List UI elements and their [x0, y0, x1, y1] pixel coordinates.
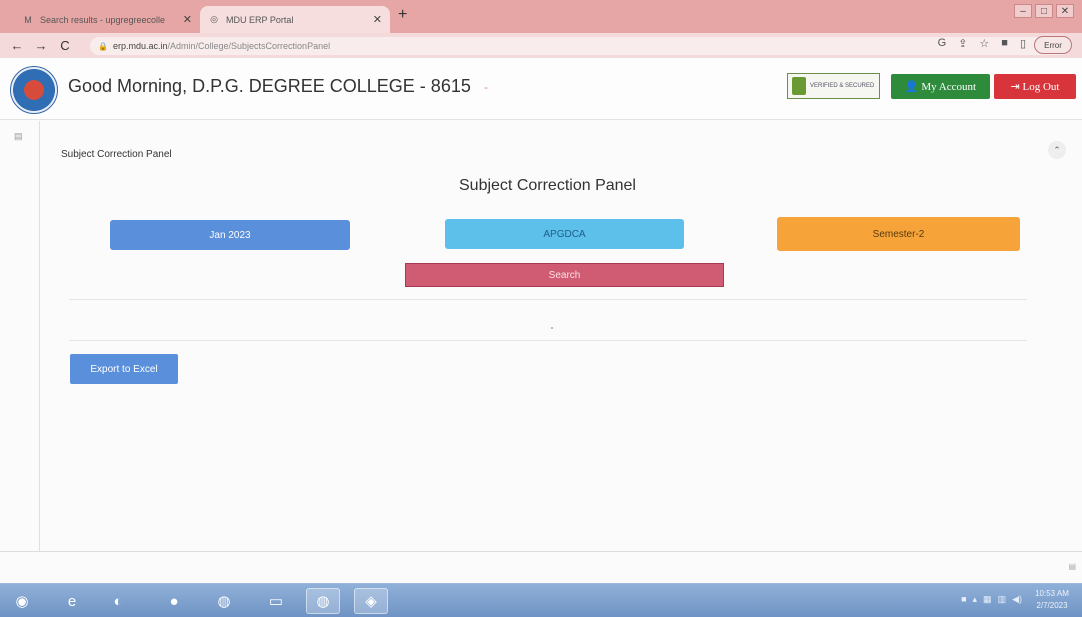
logout-button[interactable]: ⇥ Log Out [994, 74, 1076, 99]
reload-icon[interactable]: C [58, 38, 72, 53]
system-tray: ■ ▴ ▦ ▥ ◀) [961, 594, 1022, 605]
start-button-icon[interactable]: ◉ [8, 588, 36, 614]
user-icon: 👤 [904, 81, 922, 93]
battery-icon[interactable]: ▥ [998, 594, 1007, 605]
star-icon[interactable]: ☆ [979, 37, 989, 50]
browser-tab-search-results[interactable]: M Search results - upgregreecolle ✕ [14, 6, 200, 33]
window-controls: – □ ✕ [1014, 4, 1074, 18]
course-select[interactable]: APGDCA [445, 219, 684, 249]
my-account-button[interactable]: 👤 My Account [891, 74, 990, 99]
globe-icon: ◎ [210, 14, 218, 24]
folder-icon[interactable]: ▭ [262, 588, 290, 614]
my-account-label: My Account [921, 80, 977, 93]
menu-icon[interactable]: ▤ [14, 131, 23, 142]
logout-label: Log Out [1022, 80, 1060, 93]
page-bottom-divider [0, 551, 1082, 552]
divider [69, 299, 1027, 300]
header-dot: - [484, 80, 488, 94]
greeting-text: Good Morning, D.P.G. DEGREE COLLEGE - 86… [68, 76, 471, 96]
gmail-icon: M [24, 14, 32, 25]
new-tab-button[interactable]: + [398, 6, 407, 24]
media-player-icon[interactable]: ◐ [104, 588, 132, 614]
main-panel: Subject Correction Panel ⌃ Subject Corre… [41, 121, 1082, 551]
system-clock[interactable]: 10:53 AM 2/7/2023 [1028, 588, 1076, 612]
sidebar: ▤ [0, 121, 40, 551]
minimize-icon[interactable]: – [1014, 4, 1032, 18]
clock-date: 2/7/2023 [1036, 601, 1068, 610]
university-logo [10, 66, 58, 114]
firefox-icon[interactable]: ● [160, 588, 188, 614]
url-path: /Admin/College/SubjectsCorrectionPanel [167, 41, 331, 51]
app-header: Good Morning, D.P.G. DEGREE COLLEGE - 86… [0, 58, 1082, 120]
maximize-icon[interactable]: □ [1035, 4, 1053, 18]
network-app-icon[interactable]: ◈ [354, 588, 388, 614]
chevron-up-icon[interactable]: ⌃ [1048, 141, 1066, 159]
close-icon[interactable]: ✕ [183, 13, 192, 26]
tab-title: MDU ERP Portal [226, 14, 294, 25]
volume-icon[interactable]: ◀) [1012, 594, 1022, 605]
lock-icon: 🔒 [98, 41, 108, 51]
chrome-active-icon[interactable]: ◍ [306, 588, 340, 614]
shield-icon [792, 77, 806, 95]
clock-time: 10:53 AM [1035, 589, 1069, 598]
tab-title: Search results - upgregreecolle [40, 14, 166, 25]
internet-explorer-icon[interactable]: e [58, 588, 86, 614]
screen: M Search results - upgregreecolle ✕ ◎ MD… [0, 0, 1082, 617]
close-icon[interactable]: ✕ [373, 13, 382, 26]
scroll-handle-icon[interactable]: ▤ [1068, 562, 1076, 571]
sidepanel-icon[interactable]: ▯ [1020, 37, 1026, 50]
google-icon[interactable]: G [938, 37, 947, 50]
breadcrumb: Subject Correction Panel [61, 149, 172, 160]
chrome-icon[interactable]: ◍ [210, 588, 238, 614]
share-icon[interactable]: ⇪ [958, 37, 967, 50]
network-icon[interactable]: ▦ [983, 594, 992, 605]
profile-error-button[interactable]: Error [1034, 36, 1072, 54]
address-bar[interactable]: 🔒 erp.mdu.ac.in /Admin/College/SubjectsC… [90, 37, 1070, 55]
toolbar-icons: G ⇪ ☆ ■ ▯ [938, 37, 1026, 50]
browser-toolbar: ← → C 🔒 erp.mdu.ac.in /Admin/College/Sub… [0, 33, 1082, 58]
divider [69, 340, 1027, 341]
url-host: erp.mdu.ac.in [112, 41, 168, 51]
browser-tab-strip: M Search results - upgregreecolle ✕ ◎ MD… [0, 0, 1082, 33]
page-title: Subject Correction Panel [459, 177, 636, 194]
verified-secured-badge: VERIFIED & SECURED [787, 73, 880, 99]
export-to-excel-button[interactable]: Export to Excel [70, 354, 178, 384]
results-placeholder [551, 327, 553, 329]
logout-icon: ⇥ [1010, 81, 1023, 93]
tray-app-icon[interactable]: ■ [961, 594, 966, 605]
session-select[interactable]: Jan 2023 [110, 220, 350, 250]
browser-tab-mdu-erp[interactable]: ◎ MDU ERP Portal ✕ [200, 6, 390, 33]
taskbar: ◉ e ◐ ● ◍ ▭ ◍ ◈ ■ ▴ ▦ ▥ ◀) 10:53 AM 2/7/… [0, 583, 1082, 617]
forward-arrow-icon[interactable]: → [34, 38, 48, 53]
badge-text: VERIFIED & SECURED [810, 83, 875, 89]
back-arrow-icon[interactable]: ← [10, 38, 24, 53]
tray-arrow-icon[interactable]: ▴ [973, 594, 978, 605]
extension-icon[interactable]: ■ [1001, 37, 1008, 50]
search-button[interactable]: Search [405, 263, 724, 287]
close-window-icon[interactable]: ✕ [1056, 4, 1074, 18]
semester-select[interactable]: Semester-2 [777, 217, 1020, 251]
